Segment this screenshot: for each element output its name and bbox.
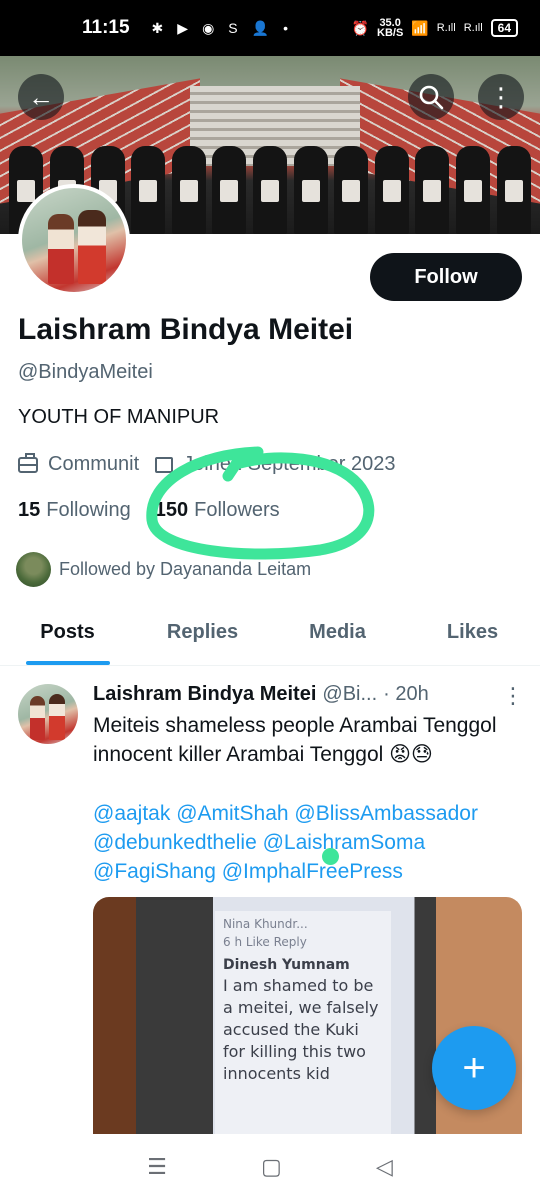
system-nav-bar: ☰ ▢ ◁ xyxy=(0,1134,540,1200)
avatar-figure xyxy=(30,696,45,740)
battery-indicator: 64 xyxy=(490,19,518,37)
system-icons: ⏰ 35.0 KB/S 📶 R.ıll R.ıll 64 xyxy=(351,18,518,39)
tweet-avatar[interactable] xyxy=(18,684,78,744)
back-triangle-icon[interactable]: ◁ xyxy=(376,1154,393,1180)
media-like-text: 6 h Like Reply xyxy=(223,935,307,949)
menu-icon[interactable]: ☰ xyxy=(147,1154,167,1180)
profile-handle: @BindyaMeitei xyxy=(18,361,153,383)
banner-person xyxy=(293,146,328,234)
tweet-text: Meiteis shameless people Arambai Tenggol… xyxy=(93,714,497,766)
banner-person xyxy=(212,146,247,234)
briefcase-icon xyxy=(18,452,38,473)
back-button[interactable]: ← xyxy=(18,74,64,120)
media-commenter: Dinesh Yumnam xyxy=(223,957,350,973)
tweet-mentions[interactable]: @aajtak @AmitShah @BlissAmbassador @debu… xyxy=(93,799,523,886)
profile-bio: YOUTH OF MANIPUR xyxy=(18,406,220,428)
avatar-figure xyxy=(49,694,65,740)
profile-meta: Communit Joined September 2023 xyxy=(18,452,396,476)
notification-icons: ✱ ▶ ◉ S 👤 • xyxy=(152,20,288,37)
follow-stats: 15 Following 150 Followers xyxy=(18,499,298,522)
tab-replies[interactable]: Replies xyxy=(135,600,270,665)
joined-date: Joined September 2023 xyxy=(183,453,396,475)
home-square-icon[interactable]: ▢ xyxy=(261,1154,282,1180)
tweet-author-name[interactable]: Laishram Bindya Meitei xyxy=(93,683,316,706)
banner-person xyxy=(131,146,166,234)
status-bar: 11:15 ✱ ▶ ◉ S 👤 • ⏰ 35.0 KB/S 📶 R.ıll R.… xyxy=(0,0,540,56)
status-time: 11:15 xyxy=(82,17,130,38)
display-name: Laishram Bindya Meitei xyxy=(18,313,354,346)
alarm-icon: ⏰ xyxy=(351,19,370,36)
followed-by-text: Followed by Dayananda Leitam xyxy=(59,559,312,579)
plus-icon: + xyxy=(462,1045,486,1090)
profile-tabs: Posts Replies Media Likes xyxy=(0,600,540,666)
calendar-icon xyxy=(155,456,174,473)
banner-person xyxy=(415,146,450,234)
compose-button[interactable]: + xyxy=(432,1026,516,1110)
search-button[interactable] xyxy=(408,74,454,120)
add-contact-icon: 👤 xyxy=(251,19,270,36)
app-icon: ◉ xyxy=(202,19,215,36)
followers-count[interactable]: 150 xyxy=(155,499,188,522)
wifi-icon: 📶 xyxy=(411,19,429,36)
profile-category[interactable]: Communit xyxy=(48,453,139,476)
highlight-dot xyxy=(322,848,339,865)
tweet-header: Laishram Bindya Meitei @Bi... · 20h xyxy=(93,683,513,706)
tab-likes[interactable]: Likes xyxy=(405,600,540,665)
signal-2: R.ıll xyxy=(463,22,483,34)
back-arrow-icon: ← xyxy=(28,81,54,112)
tab-media[interactable]: Media xyxy=(270,600,405,665)
banner-person xyxy=(171,146,206,234)
net-speed-unit: KB/S xyxy=(377,27,404,39)
search-icon xyxy=(419,85,444,110)
follow-button[interactable]: Follow xyxy=(370,253,522,301)
followed-by[interactable]: Followed by Dayananda Leitam xyxy=(16,552,311,587)
follower-avatar xyxy=(16,552,51,587)
banner-person xyxy=(374,146,409,234)
youtube-icon: ▶ xyxy=(177,19,189,36)
media-comment: I am shamed to be a meitei, we falsely a… xyxy=(223,976,379,1083)
profile-avatar[interactable] xyxy=(18,184,130,296)
banner-person xyxy=(252,146,287,234)
avatar-figure xyxy=(78,210,106,284)
media-top-text: Nina Khundr... xyxy=(223,917,308,931)
more-options-button[interactable]: ⋮ xyxy=(478,74,524,120)
tab-posts[interactable]: Posts xyxy=(0,600,135,665)
tweet-more-icon[interactable]: ⋮ xyxy=(502,683,524,709)
following-count[interactable]: 15 xyxy=(18,499,40,522)
media-screenshot: Nina Khundr... 6 h Like Reply Dinesh Yum… xyxy=(215,911,391,1137)
banner-person xyxy=(334,146,369,234)
banner-person xyxy=(496,146,531,234)
following-label[interactable]: Following xyxy=(46,499,130,522)
signal-1: R.ıll xyxy=(436,22,456,34)
dot-icon: • xyxy=(283,20,288,36)
tweet-author-handle[interactable]: @Bi... xyxy=(322,683,377,706)
app-s-icon: S xyxy=(228,20,238,36)
network-speed: 35.0 KB/S xyxy=(377,18,404,39)
more-vertical-icon: ⋮ xyxy=(488,81,514,112)
avatar-figure xyxy=(48,214,74,284)
banner-person xyxy=(456,146,490,234)
app-icon: ✱ xyxy=(151,19,164,36)
tweet-time: · 20h xyxy=(383,683,429,705)
followers-label[interactable]: Followers xyxy=(194,499,280,522)
